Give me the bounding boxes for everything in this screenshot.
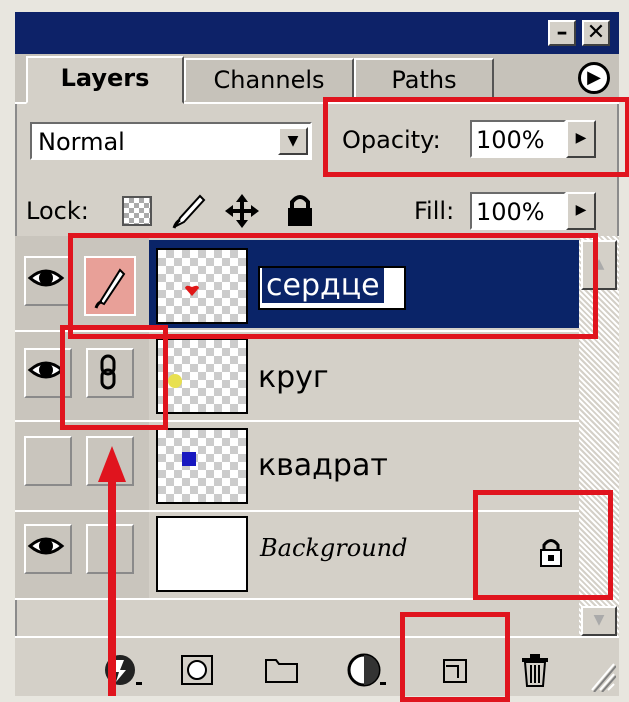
resize-grip-icon[interactable]: [588, 658, 616, 692]
layer-name-krug[interactable]: круг: [258, 360, 329, 395]
annotation-box-link: [60, 325, 168, 430]
layer-thumbnail: [156, 516, 248, 592]
blend-mode-value: Normal: [38, 128, 125, 156]
lock-brush-icon[interactable]: [170, 192, 210, 230]
lock-move-icon[interactable]: [222, 192, 262, 230]
scroll-down-button[interactable]: ▼: [581, 606, 617, 636]
annotation-box-selected-layer: [68, 233, 598, 339]
eye-icon: [27, 537, 65, 555]
lock-label: Lock:: [26, 197, 89, 225]
palette-title-bar[interactable]: [15, 12, 619, 54]
eye-icon: [27, 269, 65, 287]
close-button[interactable]: ✕: [582, 20, 610, 46]
fill-label: Fill:: [414, 197, 455, 225]
circle-shape-icon: [168, 374, 182, 388]
palette-menu-button[interactable]: ▶: [578, 62, 610, 94]
lock-transparency-icon[interactable]: [122, 196, 152, 226]
annotation-box-opacity: [323, 97, 629, 177]
annotation-box-new-layer: [400, 612, 510, 702]
layer-thumbnail: [156, 338, 248, 414]
blend-mode-select[interactable]: Normal ▼: [30, 122, 312, 160]
trash-icon[interactable]: [518, 650, 552, 690]
fill-value: 100%: [476, 198, 545, 226]
tab-channels[interactable]: Channels: [184, 58, 354, 102]
chevron-down-icon[interactable]: ▼: [278, 127, 308, 155]
lock-all-icon[interactable]: [282, 192, 318, 230]
fill-field[interactable]: 100%: [470, 192, 566, 230]
tab-layers[interactable]: Layers: [26, 56, 184, 104]
square-shape-icon: [182, 452, 196, 466]
minimize-button[interactable]: –: [548, 20, 576, 46]
adjustment-layer-icon[interactable]: [346, 650, 390, 690]
annotation-box-lock: [473, 490, 613, 600]
visibility-toggle[interactable]: [24, 524, 72, 574]
tab-paths[interactable]: Paths: [354, 58, 494, 102]
visibility-toggle[interactable]: [24, 256, 72, 306]
layer-thumbnail: [156, 428, 248, 504]
fill-slider-button[interactable]: ▶: [566, 192, 596, 230]
folder-icon[interactable]: [264, 654, 300, 686]
layer-name-background[interactable]: Background: [260, 534, 408, 562]
visibility-toggle-off[interactable]: [24, 436, 72, 486]
layer-mask-icon[interactable]: [180, 652, 216, 688]
layer-name-kvadrat[interactable]: квадрат: [258, 448, 388, 483]
annotation-arrow: [98, 446, 126, 696]
